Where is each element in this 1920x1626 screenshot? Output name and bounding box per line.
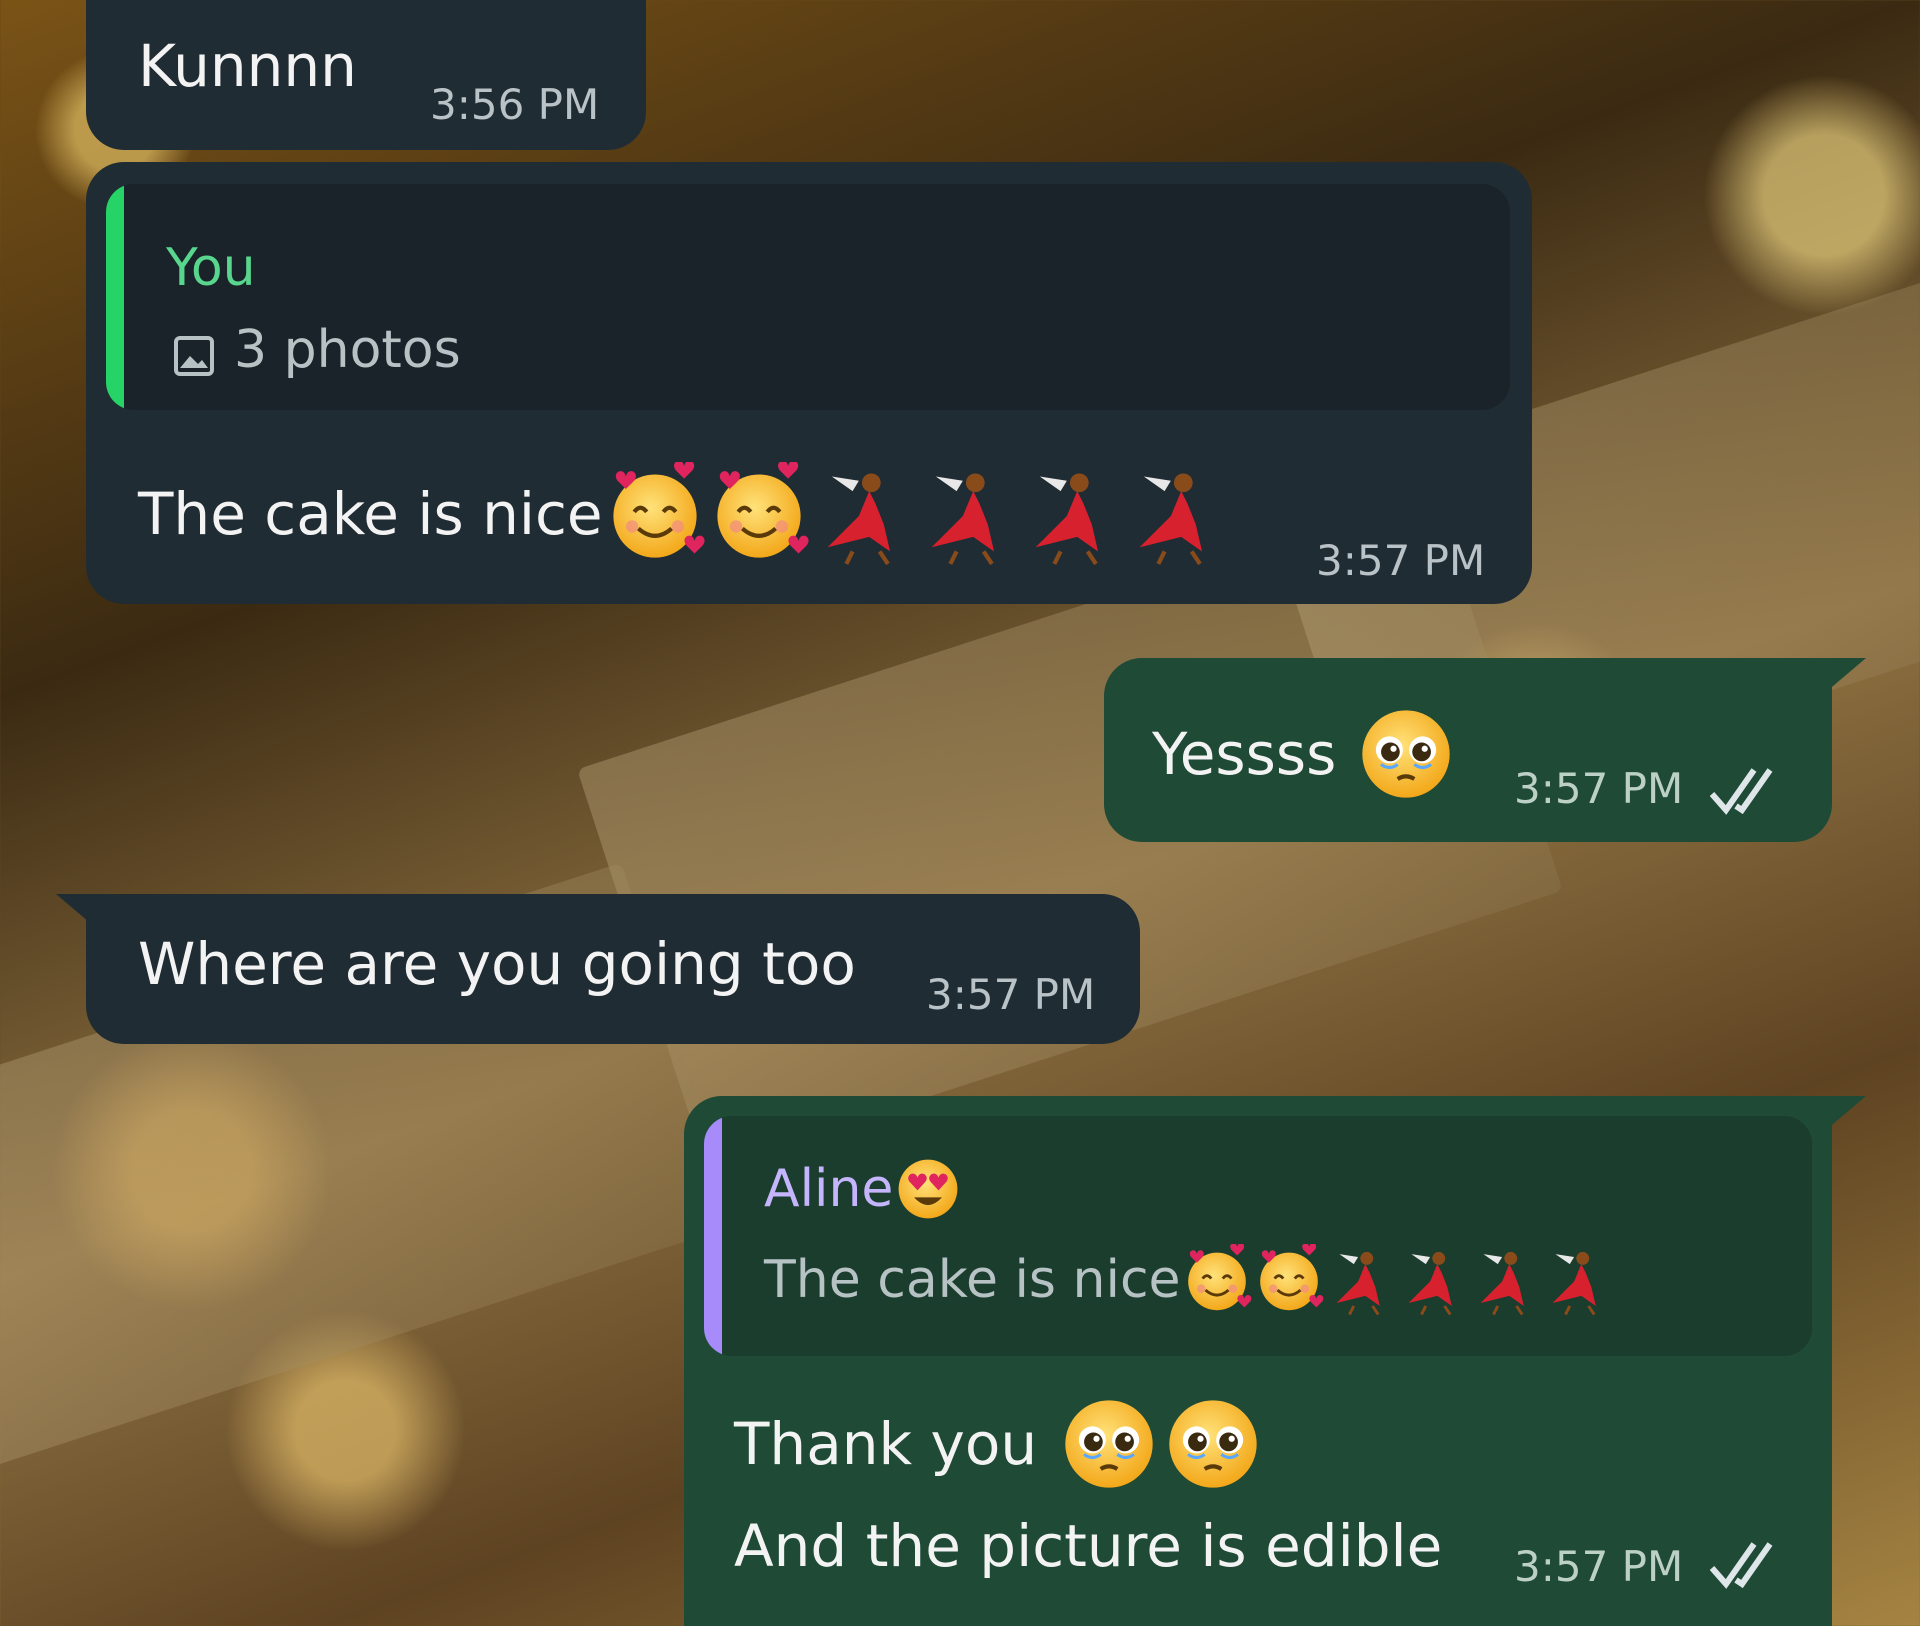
dancer-emoji: [1123, 462, 1227, 566]
message-text-line: Thank you: [734, 1392, 1265, 1496]
message-text: Kunnnn: [138, 32, 357, 100]
message-text-line: The cake is nice: [138, 462, 1227, 566]
quote-author-line: Aline: [764, 1154, 963, 1224]
quote-accent-bar: [106, 184, 124, 410]
message-bubble-outgoing[interactable]: Yessss 3:57 PM: [1104, 658, 1866, 842]
message-timestamp: 3:57 PM: [1514, 764, 1684, 813]
pleading-face-emoji: [1057, 1392, 1161, 1496]
message-text: And the picture is edible: [734, 1512, 1443, 1580]
dancer-emoji: [1469, 1244, 1541, 1316]
dancer-emoji: [1397, 1244, 1469, 1316]
message-text: Where are you going too: [138, 930, 856, 998]
smiling-face-with-hearts-emoji: [1181, 1244, 1253, 1316]
message-text-line: Yessss: [1152, 702, 1458, 806]
quote-author: Aline: [764, 1159, 894, 1219]
message-bubble-incoming[interactable]: Kunnnn 3:56 PM: [86, 0, 646, 150]
message-timestamp: 3:57 PM: [1316, 536, 1486, 585]
message-timestamp: 3:56 PM: [430, 80, 600, 129]
quote-text: 3 photos: [234, 320, 461, 380]
pleading-face-emoji: [1354, 702, 1458, 806]
quote-text-line: The cake is nice: [764, 1244, 1613, 1316]
quote-author: You: [166, 238, 256, 298]
smiling-face-with-hearts-emoji: [1253, 1244, 1325, 1316]
message-text: Thank you: [734, 1410, 1038, 1478]
quoted-message[interactable]: You 3 photos: [106, 184, 1510, 410]
message-bubble-incoming[interactable]: Where are you going too 3:57 PM: [56, 894, 1140, 1044]
smiling-face-with-hearts-emoji: [707, 462, 811, 566]
read-receipt-icon: [1708, 762, 1788, 822]
message-text: The cake is nice: [138, 480, 603, 548]
smiling-face-with-hearts-emoji: [603, 462, 707, 566]
message-text: Yessss: [1152, 720, 1337, 788]
dancer-emoji: [1541, 1244, 1613, 1316]
pleading-face-emoji: [1161, 1392, 1265, 1496]
heart-eyes-emoji: [893, 1154, 963, 1224]
quoted-message[interactable]: Aline The cake is nice: [704, 1116, 1812, 1356]
message-bubble-incoming[interactable]: You 3 photos The cake is nice 3:57 PM: [86, 162, 1532, 604]
dancer-emoji: [915, 462, 1019, 566]
read-receipt-icon: [1708, 1536, 1788, 1596]
photo-icon: [170, 332, 218, 384]
message-timestamp: 3:57 PM: [1514, 1542, 1684, 1591]
dancer-emoji: [1325, 1244, 1397, 1316]
message-timestamp: 3:57 PM: [926, 970, 1096, 1019]
dancer-emoji: [811, 462, 915, 566]
dancer-emoji: [1019, 462, 1123, 566]
quote-accent-bar: [704, 1116, 722, 1356]
message-bubble-outgoing[interactable]: Aline The cake is nice Thank you And the…: [684, 1096, 1866, 1626]
quote-text: The cake is nice: [764, 1250, 1181, 1310]
